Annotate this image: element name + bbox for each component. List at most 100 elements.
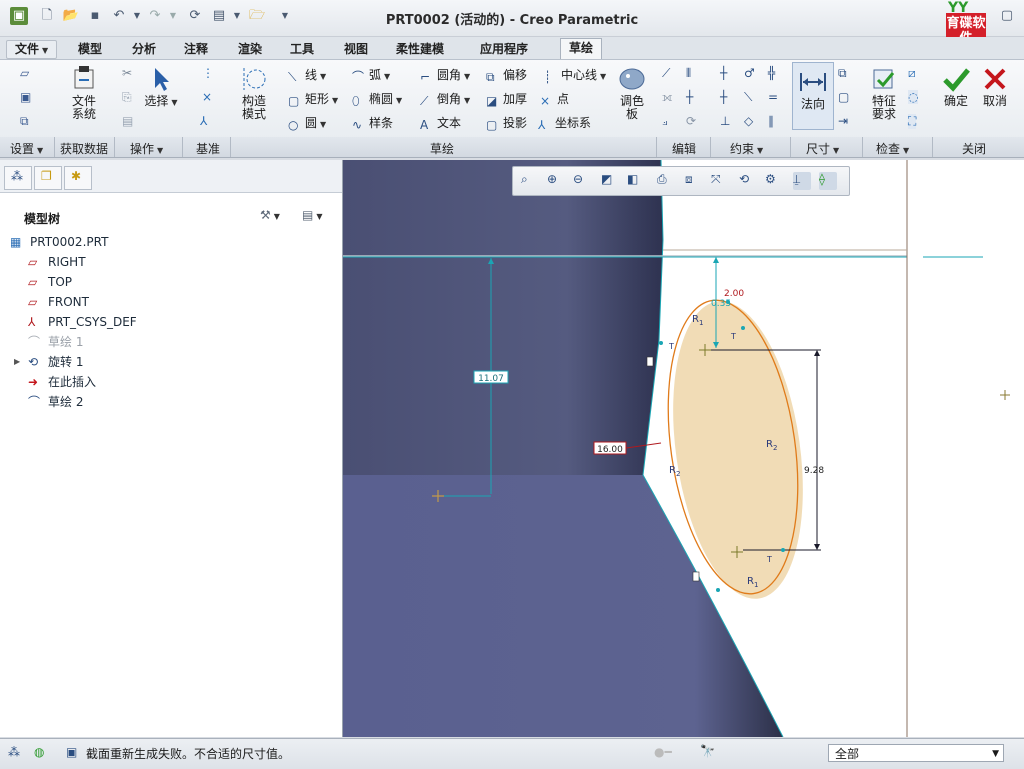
dimension-top-value[interactable]: 2.00 [724, 289, 744, 299]
navigator-toggle-icon[interactable]: ⁂ [8, 745, 20, 759]
mirror-icon[interactable]: ⫴ [686, 66, 691, 81]
datum-point-icon[interactable]: × [202, 90, 212, 104]
chamfer-tool[interactable]: ⟋ 倒角 ▼ [420, 90, 470, 108]
cancel-button[interactable]: 取消 [978, 66, 1012, 108]
ok-button[interactable]: 确定 [940, 66, 972, 108]
tab-analysis[interactable]: 分析 [124, 40, 164, 59]
annotation-display-icon[interactable]: ⚙ [765, 172, 783, 190]
named-views-icon[interactable]: ⎙ [657, 172, 675, 190]
feature-requirements-button[interactable]: 特征 要求 [866, 66, 902, 121]
expand-icon[interactable]: ▶ [14, 352, 20, 372]
dimension-offset-value[interactable]: 16.00 [597, 445, 623, 455]
divide-icon[interactable]: ⟗ [662, 90, 673, 105]
tab-flexible-modeling[interactable]: 柔性建模 [388, 40, 452, 59]
zoom-in-icon[interactable]: ⊕ [547, 172, 565, 190]
browser-toggle-icon[interactable]: ◍ [34, 745, 44, 759]
circle-tool[interactable]: ○ 圆 ▼ [288, 114, 326, 132]
shade-closed-loops-icon[interactable]: ⛶ [908, 114, 917, 129]
model-tree-item[interactable]: ⅄ PRT_CSYS_DEF [0, 312, 342, 332]
group-constrain[interactable]: 约束 ▼ [730, 140, 763, 157]
rectangle-tool[interactable]: ▢ 矩形 ▼ [288, 90, 338, 108]
paste-icon[interactable]: ▤ [122, 114, 133, 128]
line-tool[interactable]: ⟍ 线 ▼ [288, 66, 326, 84]
group-operations[interactable]: 操作 ▼ [130, 140, 163, 157]
tab-file[interactable]: 文件 ▼ [6, 40, 58, 59]
corner-icon[interactable]: ⟓ [662, 114, 668, 129]
model-tree-item[interactable]: ▦ PRT0002.PRT [0, 232, 342, 252]
point-tool[interactable]: × 点 [540, 90, 569, 108]
sketch-canvas[interactable]: 11.07 16.00 2.00 0.35 9.28 R1 R2 R2 R1 T [343, 160, 1024, 737]
tab-sketch[interactable]: 草绘 [560, 38, 603, 60]
model-tree-tab[interactable]: ⁂ [4, 166, 32, 190]
group-setup[interactable]: 设置 ▼ [10, 140, 43, 157]
zoom-out-icon[interactable]: ⊖ [573, 172, 591, 190]
favorites-tab[interactable]: ✱ [64, 166, 92, 190]
dimension-right-value[interactable]: 9.28 [804, 466, 824, 476]
graphics-area[interactable]: 11.07 16.00 2.00 0.35 9.28 R1 R2 R2 R1 T [343, 160, 1024, 737]
tab-model[interactable]: 模型 [70, 40, 110, 59]
sketch-setup-icon[interactable]: ▱ [20, 66, 29, 80]
group-dimension[interactable]: 尺寸 ▼ [806, 140, 839, 157]
copy-icon[interactable]: ⎘ [122, 90, 132, 105]
maximize-icon[interactable]: ▢ [998, 7, 1016, 25]
selection-filter[interactable]: 全部 ▼ [828, 744, 1004, 762]
model-tree-item[interactable]: ▶ ⟲ 旋转 1 [0, 352, 342, 372]
model-tree-item[interactable]: ⌒ 草绘 2 [0, 392, 342, 412]
tab-annotate[interactable]: 注释 [176, 40, 216, 59]
vertical-constraint-icon[interactable]: ┼ [720, 66, 727, 80]
tab-applications[interactable]: 应用程序 [472, 40, 536, 59]
tab-tools[interactable]: 工具 [282, 40, 322, 59]
model-tree-item[interactable]: ⌒ 草绘 1 [0, 332, 342, 352]
baseline-icon[interactable]: ⇥ [838, 114, 848, 128]
rotate-resize-icon[interactable]: ⟳ [686, 114, 696, 128]
spin-center-icon[interactable]: ⟲ [739, 172, 757, 190]
tab-render[interactable]: 渲染 [230, 40, 270, 59]
tab-view[interactable]: 视图 [336, 40, 376, 59]
tree-filters-icon[interactable]: ▤ ▼ [302, 208, 323, 222]
centerline-tool[interactable]: ┊ 中心线 ▼ [544, 66, 606, 84]
datum-display-icon[interactable]: ⤧ [711, 172, 729, 190]
coincident-constraint-icon[interactable]: ⟍ [744, 90, 752, 105]
model-tree-item[interactable]: ▱ FRONT [0, 292, 342, 312]
normal-dimension-button[interactable]: 法向 [792, 62, 834, 130]
text-tool[interactable]: A 文本 [420, 114, 461, 132]
find-icon[interactable]: 🔭 [700, 744, 715, 758]
project-tool[interactable]: ▢ 投影 [486, 114, 527, 132]
display-style-icon[interactable]: ◧ [627, 172, 645, 190]
group-inspect[interactable]: 检查 ▼ [876, 140, 909, 157]
thicken-tool[interactable]: ◪ 加厚 [486, 90, 527, 108]
model-tree-item[interactable]: ▱ TOP [0, 272, 342, 292]
coordsys-tool[interactable]: ⅄ 坐标系 [538, 114, 591, 132]
highlight-open-ends-icon[interactable]: ◌ [908, 90, 919, 104]
dimension-height-value[interactable]: 11.07 [478, 374, 504, 384]
sketch-view-toggle-icon[interactable]: ⍊ [793, 172, 811, 190]
datum-centerline-icon[interactable]: ⋮ [202, 66, 214, 80]
reference-dimension-icon[interactable]: ▢ [838, 90, 849, 104]
arc-tool[interactable]: ⌒ 弧 ▼ [352, 66, 390, 84]
parallel-constraint-icon[interactable]: ∥ [768, 114, 774, 128]
delete-segment-icon[interactable]: ┼ [686, 90, 693, 104]
perimeter-icon[interactable]: ⧉ [838, 66, 847, 81]
equal-constraint-icon[interactable]: = [768, 90, 778, 104]
construct-mode-button[interactable]: 构造 模式 [234, 66, 274, 121]
fillet-tool[interactable]: ⌐ 圆角 ▼ [420, 66, 470, 84]
file-system-button[interactable]: 文件 系统 [62, 66, 106, 121]
midpoint-constraint-icon[interactable]: ╬ [768, 66, 775, 80]
cut-icon[interactable]: ✂ [122, 66, 132, 80]
model-tree-item[interactable]: ➜ 在此插入 [0, 372, 342, 392]
view-manager-icon[interactable]: ⧈ [685, 172, 703, 190]
tangent-constraint-icon[interactable]: ♂ [744, 66, 755, 80]
constraint-display-icon[interactable]: ⟠ [819, 172, 837, 190]
repaint-icon[interactable]: ◩ [601, 172, 619, 190]
references-icon[interactable]: ▣ [20, 90, 31, 104]
overlap-icon[interactable]: ⧄ [908, 66, 916, 81]
offset-tool[interactable]: ⧉ 偏移 [486, 66, 527, 84]
modify-icon[interactable]: ⟋ [662, 66, 670, 81]
sketch-view-icon[interactable]: ⧉ [20, 114, 29, 129]
perpendicular-constraint-icon[interactable]: ⊥ [720, 114, 730, 128]
refit-icon[interactable]: ⌕ [521, 172, 539, 190]
horizontal-constraint-icon[interactable]: ┼ [720, 90, 727, 104]
palette-button[interactable]: 调色 板 [612, 66, 652, 121]
folder-browser-tab[interactable]: ❐ [34, 166, 62, 190]
spline-tool[interactable]: ∿ 样条 [352, 114, 393, 132]
